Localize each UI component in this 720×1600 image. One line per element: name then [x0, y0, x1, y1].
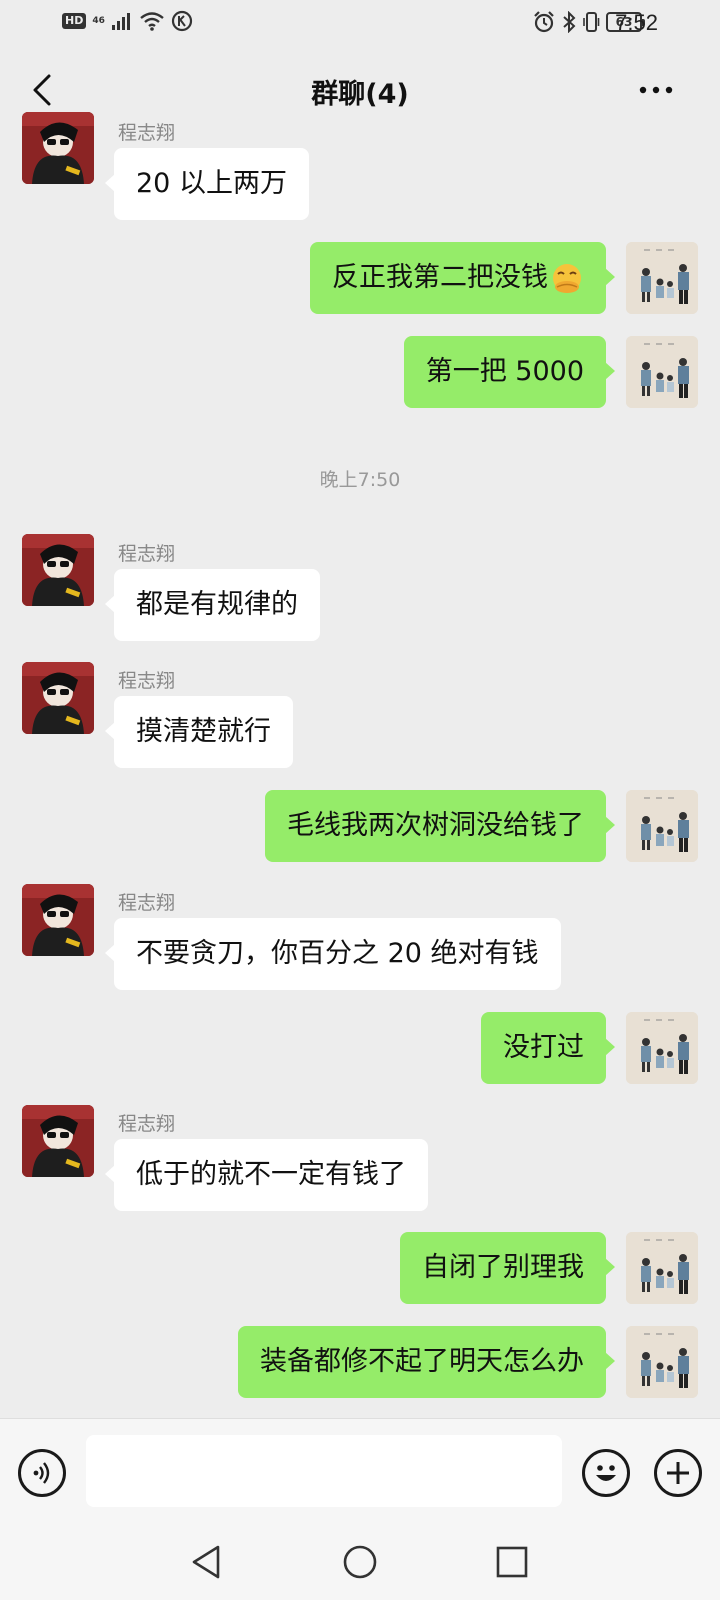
square-recents-icon: [496, 1546, 528, 1578]
avatar-image: [22, 1105, 94, 1177]
message-bubble[interactable]: 摸清楚就行: [105, 696, 293, 768]
avatar[interactable]: [22, 662, 94, 734]
avatar[interactable]: [22, 884, 94, 956]
message-text: 反正我第二把没钱: [332, 262, 548, 293]
system-nav-bar: [0, 1524, 720, 1600]
message-bubble[interactable]: 装备都修不起了明天怎么办: [238, 1326, 615, 1398]
nav-home-button[interactable]: [340, 1542, 380, 1582]
message-bubble[interactable]: 没打过: [481, 1012, 615, 1084]
emoji-button[interactable]: [582, 1449, 630, 1497]
avatar[interactable]: [22, 534, 94, 606]
avatar[interactable]: [626, 1012, 698, 1084]
network-type: 46: [92, 15, 105, 26]
avatar-image: [22, 662, 94, 734]
app-k-icon: [171, 10, 192, 32]
avatar-image: [626, 336, 698, 408]
message-bubble[interactable]: 反正我第二把没钱: [310, 242, 615, 314]
signal-icon: [111, 13, 130, 30]
title-bar-mask: [0, 50, 720, 132]
message-bubble[interactable]: 不要贪刀，你百分之 20 绝对有钱: [105, 918, 561, 990]
sender-name: 程志翔: [118, 892, 176, 914]
avatar-image: [626, 790, 698, 862]
face-with-hand-over-mouth-icon: [553, 263, 581, 293]
avatar[interactable]: [626, 1326, 698, 1398]
alarm-icon: [534, 11, 554, 33]
avatar[interactable]: [626, 790, 698, 862]
wifi-icon: [140, 12, 164, 31]
avatar-image: [22, 534, 94, 606]
sender-name: 程志翔: [118, 543, 176, 565]
status-left: HD 46: [62, 10, 193, 32]
message-bubble[interactable]: 自闭了别理我: [400, 1232, 615, 1304]
hd-badge: HD: [62, 13, 87, 29]
avatar[interactable]: [22, 1105, 94, 1177]
nav-back-button[interactable]: [186, 1542, 226, 1582]
voice-button[interactable]: [18, 1449, 66, 1497]
avatar-image: [22, 884, 94, 956]
input-bar: [0, 1418, 720, 1524]
message-bubble[interactable]: 都是有规律的: [105, 569, 320, 641]
message-bubble[interactable]: 第一把 5000: [403, 336, 616, 408]
avatar[interactable]: [626, 1232, 698, 1304]
status-bar: HD 46 63 7:52: [0, 0, 720, 50]
message-bubble[interactable]: 低于的就不一定有钱了: [105, 1139, 428, 1211]
message-bubble[interactable]: 20 以上两万: [105, 148, 309, 220]
time-separator: 晚上7:50: [319, 469, 401, 491]
sender-name: 程志翔: [118, 1113, 176, 1135]
voice-icon: [33, 1462, 50, 1484]
nav-recents-button[interactable]: [492, 1542, 532, 1582]
smiley-icon: [596, 1465, 616, 1481]
plus-icon: [667, 1462, 689, 1484]
triangle-back-icon: [192, 1545, 220, 1579]
vibrate-icon: [583, 12, 600, 32]
avatar-image: [626, 242, 698, 314]
clock: 7:52: [615, 10, 658, 35]
message-bubble[interactable]: 毛线我两次树洞没给钱了: [265, 790, 615, 862]
avatar[interactable]: [626, 336, 698, 408]
plus-button[interactable]: [654, 1449, 702, 1497]
avatar-image: [626, 1232, 698, 1304]
circle-home-icon: [343, 1545, 377, 1579]
sender-name: 程志翔: [118, 670, 176, 692]
avatar-image: [626, 1326, 698, 1398]
message-input[interactable]: [86, 1435, 562, 1507]
bluetooth-icon: [563, 11, 576, 33]
avatar-image: [626, 1012, 698, 1084]
avatar[interactable]: [626, 242, 698, 314]
